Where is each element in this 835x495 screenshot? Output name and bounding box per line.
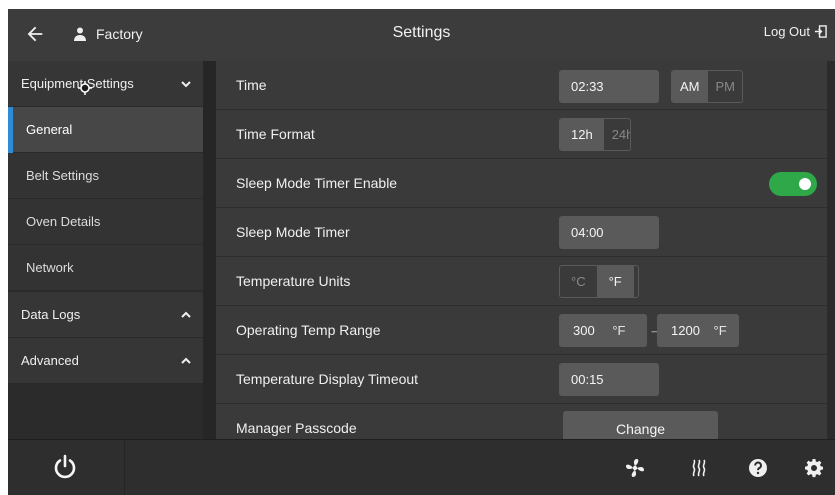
am-option[interactable]: AM — [672, 71, 708, 102]
change-passcode-button[interactable]: Change — [563, 411, 718, 439]
gear-icon — [805, 459, 823, 478]
temp-range-max-unit: °F — [713, 323, 727, 338]
setting-row-temp-range: Operating Temp Range 300 °F → 1200 °F — [216, 306, 827, 355]
chevron-up-icon — [181, 357, 191, 364]
sidebar-group-label: Data Logs — [21, 307, 81, 322]
24h-option[interactable]: 24h — [604, 119, 630, 150]
am-pm-toggle[interactable]: AM PM — [671, 70, 743, 103]
sidebar: Equipment Settings General Belt Settings… — [8, 61, 203, 439]
time-input[interactable]: 02:33 — [559, 70, 659, 103]
setting-row-temp-units: Temperature Units °C °F — [216, 257, 827, 306]
fan-button[interactable] — [612, 440, 658, 495]
help-button[interactable] — [735, 440, 781, 495]
pm-option[interactable]: PM — [708, 71, 743, 102]
temp-range-min-input[interactable]: 300 °F — [559, 314, 647, 347]
sidebar-item-belt-settings[interactable]: Belt Settings — [8, 153, 203, 199]
help-icon — [749, 459, 767, 477]
cursor-icon — [78, 81, 92, 95]
setting-label: Temperature Display Timeout — [236, 371, 419, 387]
sidebar-group-data-logs[interactable]: Data Logs — [8, 292, 203, 338]
sidebar-item-label: General — [26, 122, 73, 137]
power-icon — [54, 454, 76, 479]
sidebar-item-label: Belt Settings — [26, 168, 99, 183]
time-format-toggle[interactable]: 12h 24h — [559, 118, 631, 151]
fan-icon — [626, 459, 644, 477]
heat-waves-icon — [692, 459, 706, 477]
sidebar-item-label: Network — [26, 260, 74, 275]
scroll-gutter — [203, 61, 216, 439]
setting-row-time: Time 02:33 AM PM — [216, 61, 827, 110]
12h-option[interactable]: 12h — [560, 119, 604, 150]
sidebar-group-advanced[interactable]: Advanced — [8, 338, 203, 384]
temp-range-min-value: 300 — [573, 323, 595, 338]
setting-label: Manager Passcode — [236, 420, 357, 436]
setting-row-sleep-timer: Sleep Mode Timer 04:00 — [216, 208, 827, 257]
sleep-timer-input[interactable]: 04:00 — [559, 216, 659, 249]
temp-range-max-input[interactable]: 1200 °F — [657, 314, 739, 347]
arrow-left-icon[interactable] — [24, 23, 46, 45]
sidebar-group-label: Advanced — [21, 353, 79, 368]
logout-label: Log Out — [763, 24, 810, 39]
user-name: Factory — [96, 26, 143, 42]
setting-row-time-format: Time Format 12h 24h — [216, 110, 827, 159]
user-icon — [74, 27, 86, 41]
setting-label: Time — [236, 77, 267, 93]
setting-label: Sleep Mode Timer Enable — [236, 175, 398, 191]
heat-button[interactable] — [676, 440, 722, 495]
setting-row-display-timeout: Temperature Display Timeout 00:15 — [216, 355, 827, 404]
display-timeout-input[interactable]: 00:15 — [559, 363, 659, 396]
setting-label: Temperature Units — [236, 273, 351, 289]
sidebar-item-label: Oven Details — [26, 214, 101, 229]
power-button[interactable] — [8, 440, 125, 495]
temp-units-toggle[interactable]: °C °F — [559, 265, 639, 298]
setting-label: Operating Temp Range — [236, 322, 381, 338]
setting-row-sleep-enable: Sleep Mode Timer Enable — [216, 159, 827, 208]
logout-icon — [814, 25, 827, 38]
logout-button[interactable]: Log Out — [764, 24, 827, 39]
setting-label: Sleep Mode Timer — [236, 224, 350, 240]
setting-row-passcode: Manager Passcode Change — [216, 404, 827, 439]
temp-range-max-value: 1200 — [671, 323, 700, 338]
top-bar: Factory Settings Log Out — [8, 9, 835, 61]
app-screen: Factory Settings Log Out Equipment Setti… — [8, 9, 835, 495]
chevron-up-icon — [181, 311, 191, 318]
settings-button[interactable] — [791, 440, 835, 495]
setting-label: Time Format — [236, 126, 315, 142]
fahrenheit-option[interactable]: °F — [596, 266, 634, 297]
settings-panel: Time 02:33 AM PM Time Format 12h 24h Sle… — [216, 61, 827, 439]
celsius-option[interactable]: °C — [560, 266, 597, 297]
sidebar-item-network[interactable]: Network — [8, 245, 203, 291]
sidebar-item-general[interactable]: General — [8, 107, 203, 153]
temp-range-min-unit: °F — [612, 323, 626, 338]
sidebar-group-equipment-settings[interactable]: Equipment Settings — [8, 61, 203, 107]
sleep-enable-switch[interactable] — [769, 172, 817, 196]
chevron-down-icon — [181, 81, 191, 88]
bottom-bar — [8, 439, 835, 495]
sidebar-item-oven-details[interactable]: Oven Details — [8, 199, 203, 245]
